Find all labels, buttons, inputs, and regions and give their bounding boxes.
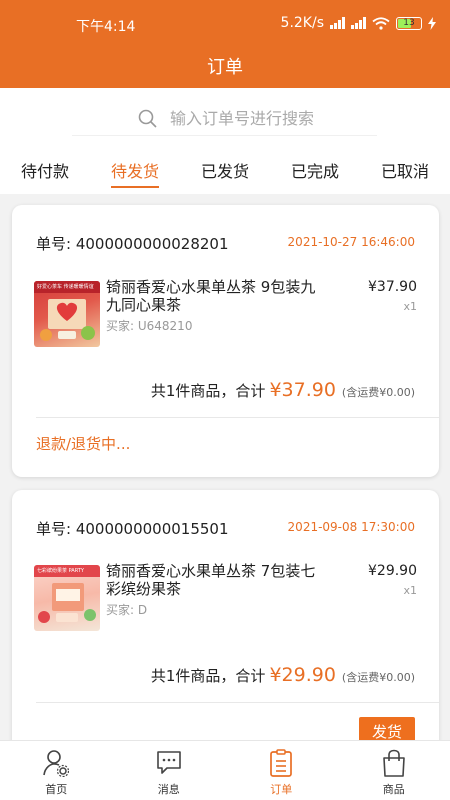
page-title: 订单 (207, 57, 243, 78)
tea-box-image (38, 583, 96, 623)
signal-icon (330, 17, 345, 29)
tab-pending-shipment[interactable]: 待发货 (90, 150, 180, 194)
nav-label-home: 首页 (45, 783, 68, 796)
search-input[interactable] (170, 109, 370, 128)
order-total: ¥29.90 (269, 664, 336, 686)
product-name[interactable]: 锜丽香爱心水果单丛茶 9包装九九同心果茶 (106, 278, 316, 314)
charging-icon (428, 16, 436, 30)
network-speed: 5.2K/s (280, 15, 324, 31)
order-summary: 共1件商品，合计 ¥29.90 (含运费¥0.00) (151, 664, 415, 686)
order-status-tabs: 待付款 待发货 已发货 已完成 已取消 (0, 150, 450, 194)
nav-item-messages[interactable]: 消息 (113, 741, 226, 800)
product-name[interactable]: 锜丽香爱心水果单丛茶 7包装七彩缤纷果茶 (106, 562, 316, 598)
divider (36, 417, 439, 418)
summary-label: 共1件商品，合计 (150, 382, 266, 400)
user-settings-icon (43, 750, 70, 777)
product-price: ¥29.90 (368, 563, 417, 579)
app-header: 下午4:14 5.2K/s 13 订单 (0, 0, 450, 88)
nav-label-messages: 消息 (157, 783, 180, 796)
order-number: 单号: 4000000000015501 (36, 520, 229, 538)
order-number: 单号: 4000000000028201 (36, 235, 229, 253)
tea-box-image (40, 299, 95, 341)
nav-item-orders[interactable]: 订单 (225, 741, 338, 800)
buyer-name: 买家: D (106, 603, 148, 617)
battery-icon: 13 (396, 16, 422, 30)
battery-level: 13 (403, 17, 415, 28)
nav-label-products: 商品 (382, 783, 405, 796)
divider (36, 702, 439, 703)
tab-cancelled[interactable]: 已取消 (360, 150, 450, 194)
shopping-bag-icon (382, 749, 405, 777)
search-box[interactable] (72, 102, 377, 136)
product-price: ¥37.90 (368, 279, 417, 295)
order-card[interactable]: 单号: 4000000000028201 2021-10-27 16:46:00… (12, 205, 439, 477)
status-bar: 下午4:14 5.2K/s 13 (0, 0, 450, 44)
search-area (0, 88, 450, 150)
product-thumbnail[interactable]: 七彩缤纷果茶 PARTY (34, 565, 100, 631)
status-indicators: 5.2K/s 13 (281, 15, 436, 31)
shipping-fee: (含运费¥0.00) (341, 386, 415, 399)
order-date: 2021-10-27 16:46:00 (287, 235, 415, 249)
product-quantity: x1 (403, 584, 417, 597)
tab-shipped[interactable]: 已发货 (180, 150, 270, 194)
nav-label-orders: 订单 (270, 783, 293, 796)
tab-completed[interactable]: 已完成 (270, 150, 360, 194)
nav-item-home[interactable]: 首页 (0, 741, 113, 800)
signal-icon-2 (351, 17, 366, 29)
shipping-fee: (含运费¥0.00) (341, 671, 415, 684)
tab-pending-payment[interactable]: 待付款 (0, 150, 90, 194)
refund-status-link[interactable]: 退款/退货中... (36, 433, 130, 454)
wifi-icon (372, 16, 390, 30)
order-card[interactable]: 单号: 4000000000015501 2021-09-08 17:30:00… (12, 490, 439, 760)
product-quantity: x1 (403, 300, 417, 313)
nav-item-products[interactable]: 商品 (338, 741, 450, 800)
order-summary: 共1件商品，合计 ¥37.90 (含运费¥0.00) (151, 379, 415, 401)
product-thumbnail[interactable]: 好爱心茶车 传递暖暖情谊 (34, 281, 100, 347)
order-date: 2021-09-08 17:30:00 (287, 520, 415, 534)
bottom-nav: 首页 消息 订单 商品 (0, 740, 450, 800)
search-icon (138, 109, 157, 128)
buyer-name: 买家: U648210 (106, 319, 193, 333)
clipboard-icon (270, 749, 293, 777)
summary-label: 共1件商品，合计 (150, 667, 266, 685)
status-time: 下午4:14 (76, 19, 136, 35)
message-icon (156, 751, 181, 774)
order-total: ¥37.90 (269, 379, 336, 401)
